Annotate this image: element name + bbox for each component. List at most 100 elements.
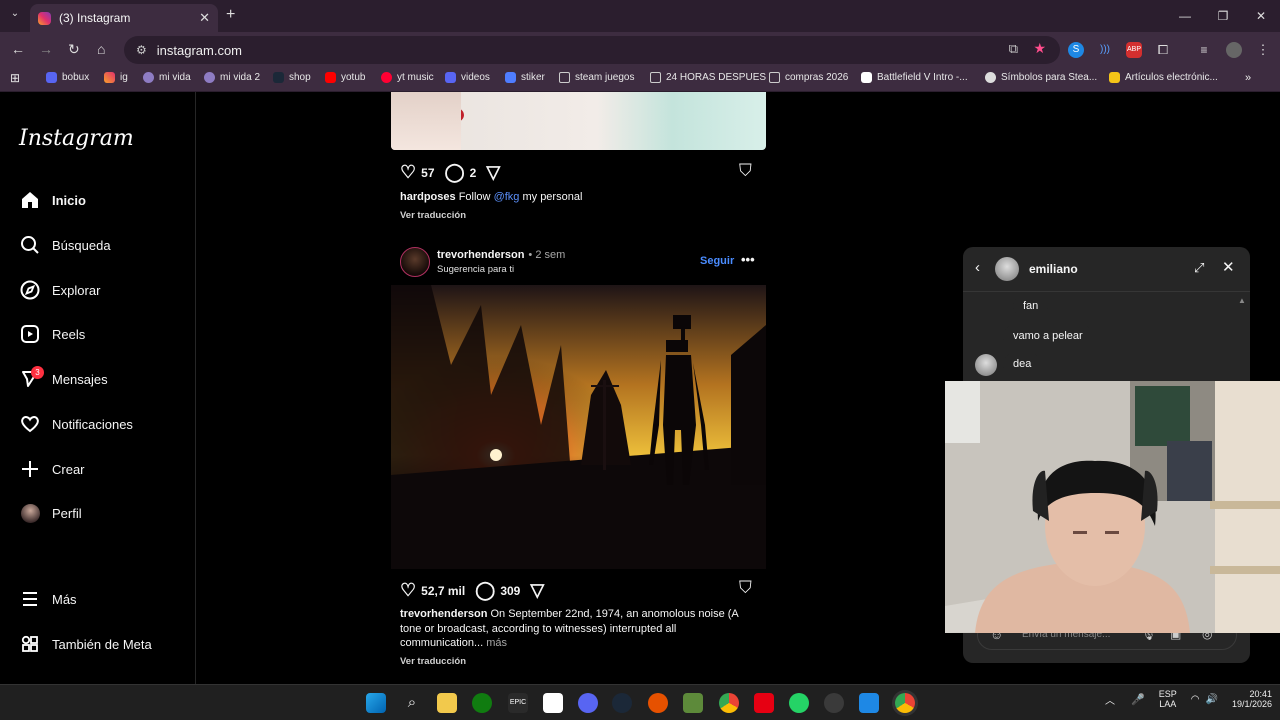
address-bar[interactable]: ⚙ instagram.com ⧉ ★ (124, 36, 1060, 64)
comment-icon[interactable]: ◯ (445, 162, 465, 183)
bookmark-bobux[interactable]: bobux (46, 72, 89, 83)
sidebar-item-reels[interactable]: Reels (19, 323, 85, 345)
bookmark-mi-vida-2[interactable]: mi vida 2 (204, 72, 260, 83)
post-image[interactable] (391, 285, 766, 569)
mention-link[interactable]: @fkg (494, 191, 520, 203)
maximize-button[interactable]: ❐ (1204, 0, 1242, 32)
xbox-icon[interactable] (472, 693, 492, 713)
discord-icon[interactable] (578, 693, 598, 713)
language-indicator[interactable]: ESP LAA (1159, 689, 1177, 709)
tab-instagram[interactable]: (3) Instagram ✕ (30, 4, 218, 32)
bookmark-folder-compras[interactable]: compras 2026 (769, 72, 848, 83)
bookmark-folder-steam-juegos[interactable]: steam juegos (559, 72, 634, 83)
extensions-puzzle-icon[interactable]: ⧠ (1155, 42, 1171, 58)
expand-icon[interactable]: ⤢ (1194, 260, 1204, 276)
bookmark-shop[interactable]: shop (273, 72, 311, 83)
like-heart-icon[interactable]: ♡ (400, 162, 416, 183)
new-tab-button[interactable]: + (226, 6, 235, 24)
share-icon[interactable]: ▽ (530, 580, 544, 601)
apps-grid-icon[interactable]: ⊞ (10, 71, 20, 85)
instagram-logo[interactable]: Instagram (19, 126, 134, 151)
capcut-icon[interactable] (543, 693, 563, 713)
home-icon[interactable]: ⌂ (97, 41, 105, 57)
forward-icon[interactable]: → (39, 41, 53, 57)
whatsapp-icon[interactable] (789, 693, 809, 713)
see-translation-link[interactable]: Ver traducción (400, 210, 466, 221)
sidebar-item-mas[interactable]: Más (19, 588, 77, 610)
comment-icon[interactable]: ◯ (475, 580, 495, 601)
extension-abp-icon[interactable]: ABP (1126, 42, 1142, 58)
chrome-active-icon[interactable] (895, 693, 915, 713)
close-icon[interactable]: ✕ (1222, 258, 1235, 276)
extension-wave-icon[interactable]: ))) (1097, 42, 1113, 58)
caption-username[interactable]: hardposes (400, 191, 456, 203)
start-windows-icon[interactable] (366, 693, 386, 713)
follow-button[interactable]: Seguir (700, 255, 734, 267)
comment-count[interactable]: 309 (500, 584, 520, 598)
more-options-icon[interactable]: ••• (741, 252, 755, 267)
back-icon[interactable]: ← (11, 41, 25, 57)
site-info-icon[interactable]: ⚙ (136, 43, 147, 57)
sidebar-item-crear[interactable]: Crear (19, 458, 85, 480)
bookmark-folder-24-horas[interactable]: 24 HORAS DESPUES (650, 72, 766, 83)
more-link[interactable]: más (486, 637, 507, 649)
extension-shazam-icon[interactable]: S (1068, 42, 1084, 58)
minecraft-icon[interactable] (683, 693, 703, 713)
scroll-up-arrow-icon[interactable]: ▲ (1238, 296, 1246, 305)
comment-count[interactable]: 2 (470, 166, 477, 180)
sidebar-item-meta[interactable]: También de Meta (19, 633, 152, 655)
bookmark-star-icon[interactable]: ★ (1033, 40, 1046, 57)
clock[interactable]: 20:41 19/1/2026 (1232, 689, 1272, 709)
share-icon[interactable]: ▽ (486, 162, 500, 183)
caption-username[interactable]: trevorhenderson (400, 608, 487, 620)
sidebar-item-explorar[interactable]: Explorar (19, 279, 100, 301)
tray-overflow-icon[interactable]: ︿ (1105, 692, 1115, 707)
post-image[interactable] (391, 92, 766, 150)
profile-avatar-icon[interactable] (1226, 42, 1242, 58)
obs-icon[interactable] (824, 693, 844, 713)
sidebar-item-notificaciones[interactable]: Notificaciones (19, 413, 133, 435)
see-translation-link[interactable]: Ver traducción (400, 656, 466, 667)
sidebar-item-busqueda[interactable]: Búsqueda (19, 234, 111, 256)
bookmark-yt-music[interactable]: yt music (381, 72, 434, 83)
like-heart-icon[interactable]: ♡ (400, 580, 416, 601)
app-icon[interactable] (648, 693, 668, 713)
nintendo-icon[interactable] (754, 693, 774, 713)
bookmark-mi-vida[interactable]: mi vida (143, 72, 191, 83)
save-bookmark-icon[interactable]: ⛉ (739, 578, 752, 598)
bookmark-videos[interactable]: videos (445, 72, 490, 83)
close-tab-icon[interactable]: ✕ (199, 10, 210, 26)
tab-search-button[interactable]: ⌄ (6, 8, 24, 24)
close-window-button[interactable]: ✕ (1242, 0, 1280, 32)
back-chevron-icon[interactable]: ‹ (975, 259, 980, 276)
file-explorer-icon[interactable] (437, 693, 457, 713)
post-username[interactable]: trevorhenderson (437, 249, 524, 261)
minimize-button[interactable]: — (1166, 0, 1204, 32)
menu-kebab-icon[interactable]: ⋮ (1255, 42, 1271, 58)
bookmark-simbolos[interactable]: Símbolos para Stea... (985, 72, 1097, 83)
bookmark-ig[interactable]: ig (104, 72, 128, 83)
bookmark-battlefield[interactable]: Battlefield V Intro -... (861, 72, 968, 83)
wifi-icon[interactable]: ◠ (1191, 694, 1200, 705)
like-count[interactable]: 52,7 mil (421, 584, 465, 598)
save-bookmark-icon[interactable]: ⛉ (739, 161, 752, 181)
microphone-icon[interactable]: 🎤 (1131, 693, 1145, 706)
chat-name[interactable]: emiliano (1029, 262, 1078, 276)
install-app-icon[interactable]: ⧉ (1009, 41, 1018, 57)
media-control-icon[interactable]: ≡ (1196, 42, 1212, 58)
sidebar-item-inicio[interactable]: Inicio (19, 189, 86, 211)
volume-icon[interactable]: 🔊 (1206, 694, 1218, 705)
steam-icon[interactable] (612, 693, 632, 713)
post-author-avatar[interactable] (400, 247, 430, 277)
epic-games-icon[interactable]: EPIC (508, 693, 528, 713)
chat-avatar[interactable] (995, 257, 1019, 281)
search-icon[interactable]: ⌕ (402, 693, 422, 713)
like-count[interactable]: 57 (421, 166, 434, 180)
app-g-icon[interactable] (859, 693, 879, 713)
bookmark-yotub[interactable]: yotub (325, 72, 365, 83)
bookmark-articulos[interactable]: Artículos electrónic... (1109, 72, 1218, 83)
chrome-icon[interactable] (719, 693, 739, 713)
reload-icon[interactable]: ↻ (68, 41, 80, 58)
more-bookmarks-icon[interactable]: » (1245, 72, 1251, 84)
bookmark-stiker[interactable]: stiker (505, 72, 545, 83)
